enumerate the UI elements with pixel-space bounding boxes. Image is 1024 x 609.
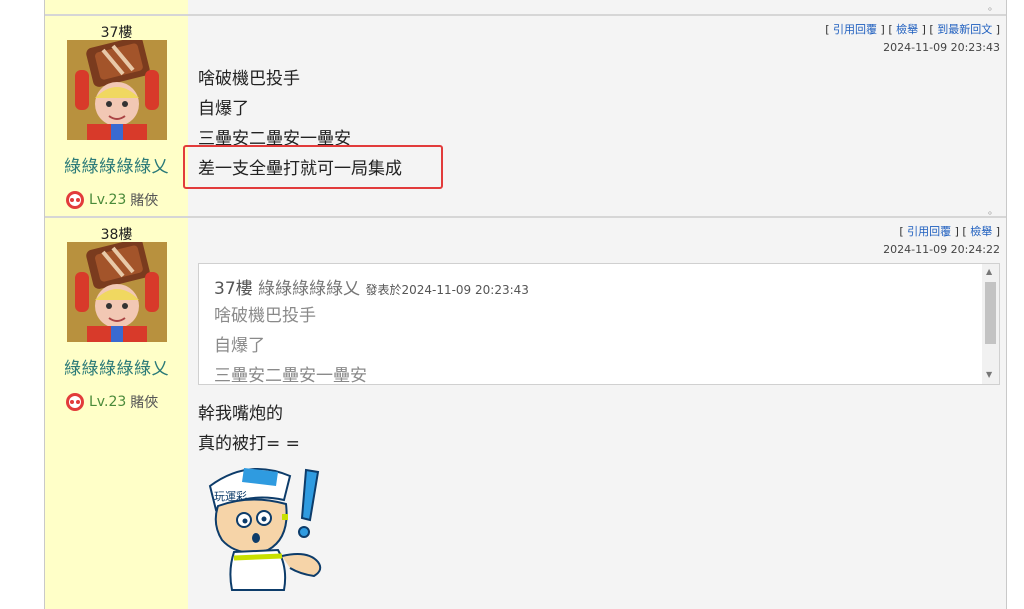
post-text-line: 自爆了: [198, 99, 249, 119]
quote-meta: 發表於2024-11-09 20:23:43: [365, 283, 529, 297]
thread-frame: 。 37樓 綠綠綠綠綠乂 Lv.23 賭俠 [引用回覆] [檢舉] […: [44, 0, 1007, 609]
username-link[interactable]: 綠綠綠綠綠乂: [45, 354, 188, 379]
post-end-mark: 。: [988, 2, 998, 13]
post-body: 。: [188, 0, 1006, 14]
level-text: Lv.23: [89, 394, 127, 410]
username-link[interactable]: 綠綠綠綠綠乂: [45, 152, 188, 177]
quote-reply-link[interactable]: 引用回覆: [907, 225, 951, 238]
user-sidebar: 38樓 綠綠綠綠綠乂 Lv.23 賭俠: [45, 218, 188, 609]
report-link[interactable]: 檢舉: [896, 23, 918, 36]
quote-reply-link[interactable]: 引用回覆: [833, 23, 877, 36]
post-actions: [ 引用回覆 ] [ 檢舉 ] [ 到最新回文 ]: [825, 23, 1000, 36]
user-level: Lv.23 賭俠: [65, 190, 158, 210]
post-text-line: 啥破機巴投手: [198, 69, 300, 89]
user-level: Lv.23 賭俠: [65, 392, 158, 412]
rank-text: 賭俠: [130, 395, 159, 411]
quote-header: 37樓 綠綠綠綠綠乂 發表於2024-11-09 20:23:43: [214, 274, 529, 299]
quote-floor: 37樓: [214, 279, 253, 299]
quote-text-line: 三壘安二壘安一壘安: [214, 366, 367, 385]
highlight-box: [183, 145, 443, 189]
post-body: [ 引用回覆 ] [ 檢舉 ] [ 到最新回文 ] 2024-11-09 20:…: [183, 16, 1006, 217]
avatar[interactable]: [67, 40, 167, 140]
floor-number: 37樓: [100, 25, 133, 41]
avatar-image: [67, 242, 167, 342]
post-37: 37樓 綠綠綠綠綠乂 Lv.23 賭俠 [引用回覆] [檢舉] [到最…: [45, 16, 1006, 217]
quote-text-line: 自爆了: [214, 336, 265, 356]
level-badge-icon: [66, 393, 84, 411]
avatar[interactable]: [67, 242, 167, 342]
scrollbar-thumb[interactable]: [985, 282, 996, 344]
latest-reply-link[interactable]: 到最新回文: [937, 23, 992, 36]
user-sidebar: 37樓 綠綠綠綠綠乂 Lv.23 賭俠: [45, 16, 188, 216]
quote-text-line: 啥破機巴投手: [214, 306, 316, 326]
scroll-down-icon[interactable]: ▼: [986, 370, 992, 379]
quote-username: 綠綠綠綠綠乂: [258, 279, 361, 299]
avatar-image: [67, 40, 167, 140]
post-38: 38樓 綠綠綠綠綠乂 Lv.23 賭俠 [引用回覆] [檢舉] 2024…: [45, 218, 1006, 609]
post-actions: [ 引用回覆 ] [ 檢舉 ]: [899, 225, 1000, 238]
quote-box[interactable]: 37樓 綠綠綠綠綠乂 發表於2024-11-09 20:23:43 啥破機巴投手…: [198, 263, 1000, 385]
post-body: [ 引用回覆 ] [ 檢舉 ] 2024-11-09 20:24:22 37樓 …: [188, 218, 1006, 609]
rank-text: 賭俠: [130, 193, 159, 209]
quote-scrollbar[interactable]: ▲ ▼: [982, 264, 999, 384]
post-text-line: 幹我嘴炮的: [198, 404, 283, 424]
post-text-line: 真的被打= =: [198, 434, 300, 454]
post-timestamp: 2024-11-09 20:24:22: [883, 243, 1000, 256]
post-end-mark: 。: [988, 206, 998, 217]
floor-number: 38樓: [100, 227, 133, 243]
level-text: Lv.23: [89, 192, 127, 208]
post-timestamp: 2024-11-09 20:23:43: [883, 41, 1000, 54]
user-sidebar: [45, 0, 188, 14]
sticker-surprised-boy-icon: 玩運彩: [208, 467, 322, 591]
scroll-up-icon[interactable]: ▲: [986, 267, 992, 276]
level-badge-icon: [66, 191, 84, 209]
previous-post-tail: 。: [45, 0, 1006, 14]
report-link[interactable]: 檢舉: [970, 225, 992, 238]
